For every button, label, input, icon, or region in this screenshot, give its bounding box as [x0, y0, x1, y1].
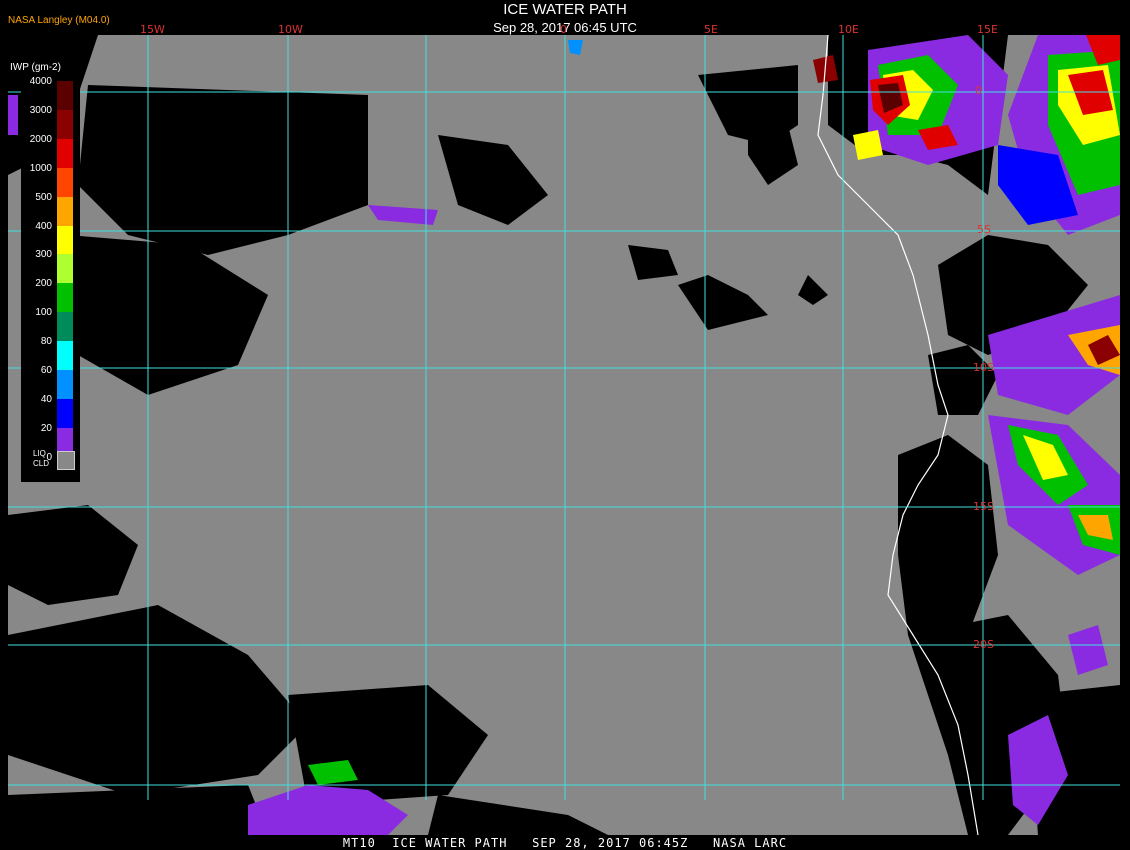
legend-tick-label: 3000	[29, 104, 52, 116]
legend-swatch	[57, 398, 73, 428]
legend-tick-label: 20	[40, 422, 52, 434]
lon-label-10e: 10E	[838, 23, 859, 36]
legend-tick-label: 4000	[29, 76, 52, 87]
legend-tick-label: 200	[35, 278, 52, 290]
liq-cld-swatch	[57, 451, 75, 470]
lon-label-5e: 5E	[704, 23, 718, 36]
legend-swatch	[57, 167, 73, 197]
legend-tick-label: 400	[35, 220, 52, 232]
lat-label-10s: 10S	[973, 361, 994, 374]
legend-swatch	[57, 341, 73, 371]
legend-tick-label: 80	[40, 336, 52, 348]
legend-tick-label: 40	[40, 393, 52, 405]
legend-title: IWP (gm-2)	[10, 62, 61, 73]
legend-swatch	[57, 283, 73, 313]
lon-label-15w: 15W	[140, 23, 165, 36]
legend-tick-label: 2000	[29, 133, 52, 145]
cld-label: CLD	[33, 459, 50, 468]
legend-tick-label: 60	[40, 365, 52, 376]
lat-label-0: 0	[975, 84, 982, 97]
liq-label: LIQ	[33, 449, 46, 458]
footer-caption: MT10 ICE WATER PATH SEP 28, 2017 06:45Z …	[342, 836, 788, 850]
legend-tick-label: 300	[35, 249, 52, 261]
map-title: ICE WATER PATH	[503, 1, 627, 18]
legend-swatch	[57, 312, 73, 342]
lat-label-5s: 5S	[977, 223, 991, 236]
lon-label-15e: 15E	[977, 23, 998, 36]
legend-swatch	[57, 370, 73, 399]
lon-label-10w: 10W	[278, 23, 303, 36]
legend-swatch	[57, 138, 73, 168]
legend-swatch	[57, 109, 73, 139]
map-area	[8, 35, 1120, 835]
brand-label: NASA Langley (M04.0)	[8, 15, 110, 26]
legend-swatch	[57, 225, 73, 255]
lat-label-15s: 15S	[973, 500, 994, 513]
legend-tick-label: 1000	[29, 162, 52, 174]
legend-swatch	[57, 196, 73, 226]
lon-label-0: 0	[560, 23, 567, 36]
legend-tick-label: 500	[35, 191, 52, 203]
legend-swatch	[57, 254, 73, 284]
lat-label-20s: 20S	[973, 638, 994, 651]
legend-tick-label: 100	[35, 307, 52, 319]
map-canvas	[8, 35, 1120, 835]
legend-swatch	[57, 81, 73, 110]
